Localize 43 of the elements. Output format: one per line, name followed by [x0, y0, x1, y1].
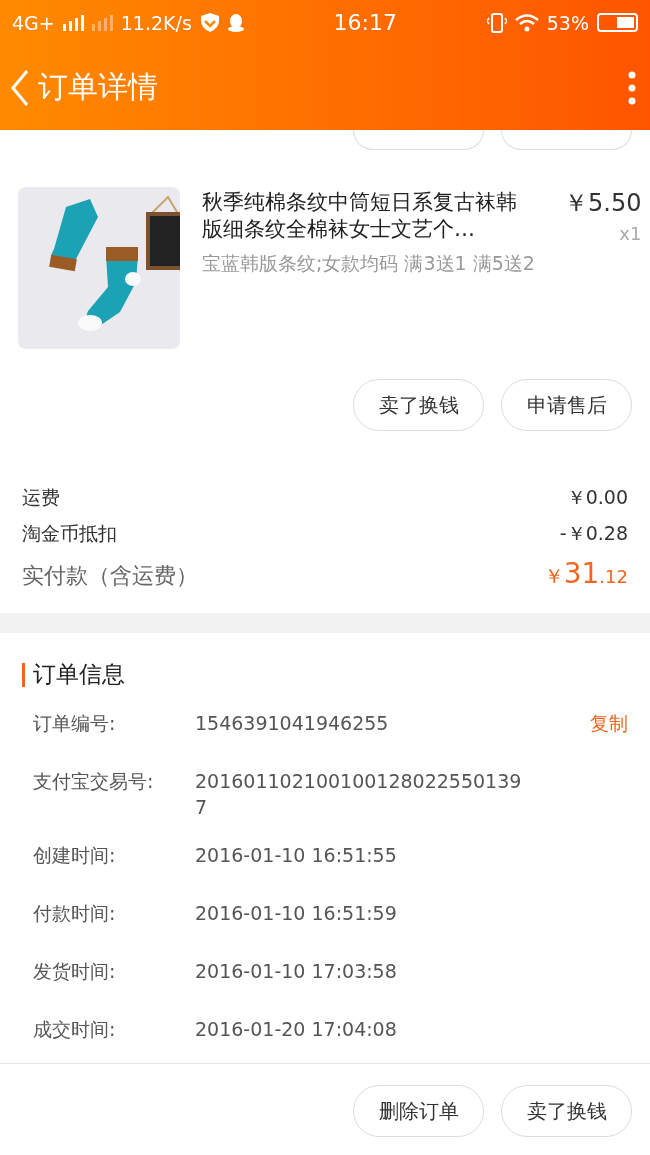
accent-bar: [22, 662, 25, 687]
shield-icon: [199, 13, 220, 32]
product-spec: 宝蓝韩版条纹;女款均码 满3送1 满5送2: [202, 251, 536, 275]
section-title: 订单信息: [33, 660, 125, 689]
battery-icon: [597, 13, 638, 32]
action-button[interactable]: [501, 130, 632, 150]
more-icon[interactable]: [628, 70, 636, 105]
product-quantity: x1: [619, 223, 642, 244]
fee-value: -￥0.28: [559, 521, 628, 546]
fee-label: 运费: [22, 485, 60, 510]
action-button[interactable]: 卖了换钱: [501, 1085, 632, 1137]
info-label: 创建时间:: [33, 843, 117, 868]
back-icon[interactable]: [10, 68, 30, 107]
info-label: 付款时间:: [33, 901, 117, 926]
action-button[interactable]: 卖了换钱: [353, 379, 484, 431]
clock: 16:17: [333, 10, 397, 35]
action-button[interactable]: [353, 130, 484, 150]
page-title: 订单详情: [38, 68, 159, 106]
signal-icon: [91, 14, 113, 31]
info-value: 2016-01-10 16:51:55: [195, 843, 398, 868]
product-price: ￥5.50: [564, 188, 642, 219]
info-label: 支付宝交易号:: [33, 769, 155, 794]
signal-icon: [62, 14, 84, 31]
info-value: 1546391041946255: [195, 711, 390, 736]
info-label: 发货时间:: [33, 959, 117, 984]
info-value: 2016-01-10 17:03:58: [195, 959, 398, 984]
info-value: 2016-01-20 17:04:08: [195, 1017, 398, 1042]
action-button[interactable]: 申请售后: [501, 379, 632, 431]
info-label: 成交时间:: [33, 1017, 117, 1042]
action-button[interactable]: 删除订单: [353, 1085, 484, 1137]
network-speed: 11.2K/s: [120, 11, 192, 34]
network-type: 4G+: [12, 11, 55, 34]
total-amount: ￥31.12: [543, 557, 628, 590]
info-value: 2016-01-10 16:51:59: [195, 901, 398, 926]
info-label: 订单编号:: [33, 711, 117, 736]
total-label: 实付款（含运费）: [22, 562, 198, 590]
wifi-icon: [514, 13, 539, 32]
info-value: 2016011021001001280225501397: [195, 769, 523, 820]
battery-percent: 53%: [546, 11, 589, 34]
fee-value: ￥0.00: [566, 485, 628, 510]
vibrate-icon: [486, 12, 507, 33]
product-title[interactable]: 秋季纯棉条纹中筒短日系复古袜韩版细条纹全棉袜女士文艺个…: [202, 189, 532, 243]
fee-label: 淘金币抵扣: [22, 521, 117, 546]
